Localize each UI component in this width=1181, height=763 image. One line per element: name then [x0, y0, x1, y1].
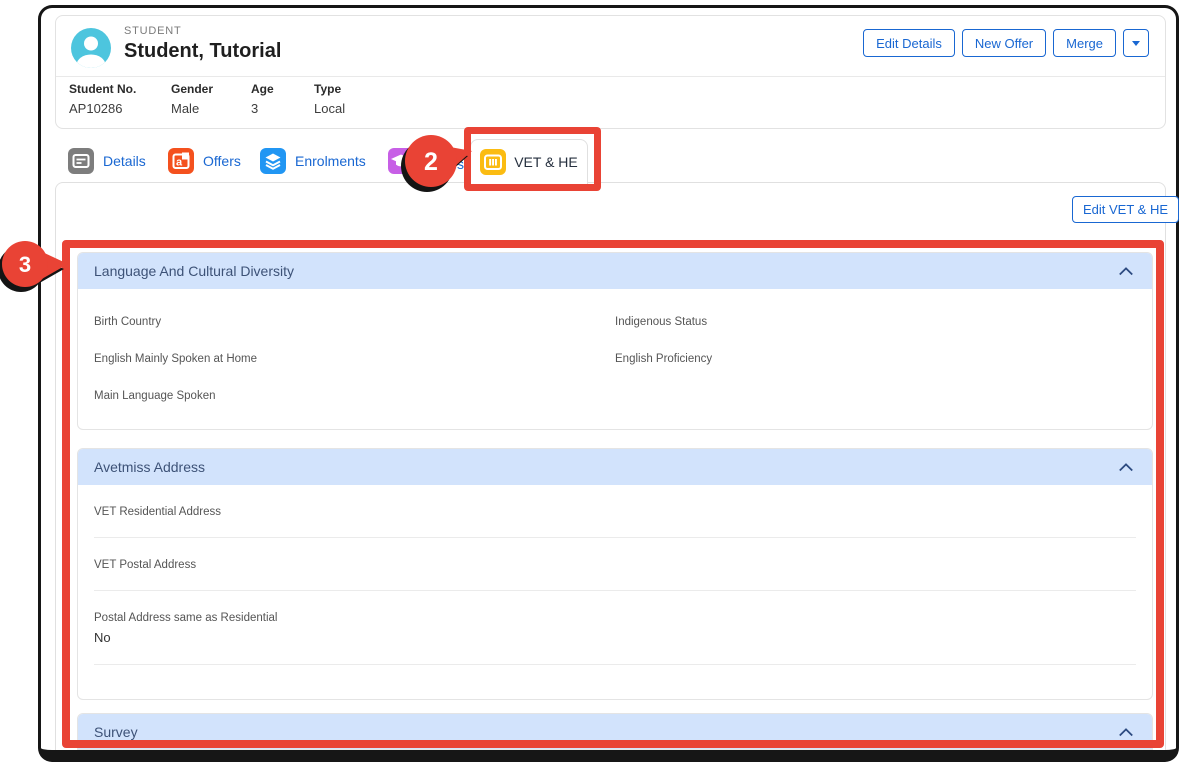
type-label: Type [314, 82, 345, 96]
type-stat: Type Local [314, 82, 345, 116]
language-diversity-fields: Birth Country English Mainly Spoken at H… [78, 289, 1152, 427]
annotation-step-2-number: 2 [424, 148, 438, 176]
avetmiss-address-section-header[interactable]: Avetmiss Address [78, 449, 1152, 485]
section-title: Language And Cultural Diversity [94, 263, 1118, 279]
student-header-card: STUDENT Student, Tutorial Edit Details N… [55, 15, 1166, 129]
tab-hidden-pathways[interactable] [388, 140, 414, 182]
avetmiss-address-section: Avetmiss Address VET Residential Address… [77, 448, 1153, 700]
gender-value: Male [171, 101, 213, 116]
new-offer-button[interactable]: New Offer [962, 29, 1046, 57]
svg-text:a: a [176, 157, 183, 169]
age-stat: Age 3 [251, 82, 274, 116]
age-value: 3 [251, 101, 274, 116]
more-actions-dropdown-button[interactable] [1123, 29, 1149, 57]
card-divider [56, 76, 1165, 77]
gender-stat: Gender Male [171, 82, 213, 116]
student-name: Student, Tutorial [124, 40, 281, 63]
vet-he-icon [480, 149, 506, 175]
tab-enrolments[interactable]: Enrolments [260, 140, 366, 182]
language-diversity-section: Language And Cultural Diversity Birth Co… [77, 252, 1153, 430]
postal-same-as-residential-label: Postal Address same as Residential [94, 612, 1136, 624]
tab-enrolments-label: Enrolments [295, 153, 366, 169]
tab-details[interactable]: Details [68, 140, 146, 182]
postal-same-as-residential-value: No [94, 630, 1136, 645]
vet-postal-address-row: VET Postal Address [94, 538, 1136, 591]
offers-icon: a [168, 148, 194, 174]
tab-hidden-label-fragment: ys [450, 156, 464, 172]
student-no-value: AP10286 [69, 101, 136, 116]
edit-vet-he-button[interactable]: Edit VET & HE [1072, 196, 1179, 223]
main-language-label: Main Language Spoken [94, 390, 615, 402]
chevron-down-icon [1132, 41, 1140, 46]
language-diversity-section-header[interactable]: Language And Cultural Diversity [78, 253, 1152, 289]
tab-offers[interactable]: a Offers [168, 140, 241, 182]
type-value: Local [314, 101, 345, 116]
postal-same-as-residential-row: Postal Address same as Residential No [94, 591, 1136, 665]
indigenous-status-label: Indigenous Status [615, 316, 1136, 328]
header-action-buttons: Edit Details New Offer Merge [863, 29, 1149, 57]
age-label: Age [251, 82, 274, 96]
student-avatar-icon [71, 28, 111, 68]
survey-section-header[interactable]: Survey [78, 714, 1152, 750]
student-no-label: Student No. [69, 82, 136, 96]
merge-button[interactable]: Merge [1053, 29, 1116, 57]
chevron-up-icon[interactable] [1118, 461, 1134, 473]
english-home-label: English Mainly Spoken at Home [94, 353, 615, 365]
section-title: Avetmiss Address [94, 459, 1118, 475]
tab-offers-label: Offers [203, 153, 241, 169]
tab-details-label: Details [103, 153, 146, 169]
student-no-stat: Student No. AP10286 [69, 82, 136, 116]
chevron-up-icon[interactable] [1118, 726, 1134, 738]
tab-vet-he-label: VET & HE [514, 154, 578, 170]
screenshot-root: STUDENT Student, Tutorial Edit Details N… [0, 0, 1181, 763]
chevron-up-icon[interactable] [1118, 265, 1134, 277]
vet-postal-address-label: VET Postal Address [94, 559, 1136, 571]
survey-section: Survey [77, 713, 1153, 750]
graduation-cap-icon [388, 148, 414, 174]
edit-details-button[interactable]: Edit Details [863, 29, 955, 57]
tab-vet-he-active[interactable]: VET & HE [470, 139, 588, 184]
details-icon [68, 148, 94, 174]
birth-country-label: Birth Country [94, 316, 615, 328]
gender-label: Gender [171, 82, 213, 96]
vet-residential-address-row: VET Residential Address [94, 485, 1136, 538]
english-proficiency-label: English Proficiency [615, 353, 1136, 365]
entity-type-label: STUDENT [124, 25, 182, 37]
section-title: Survey [94, 724, 1118, 740]
enrolments-layers-icon [260, 148, 286, 174]
vet-residential-address-label: VET Residential Address [94, 506, 1136, 518]
annotation-step-3-number: 3 [19, 252, 31, 277]
